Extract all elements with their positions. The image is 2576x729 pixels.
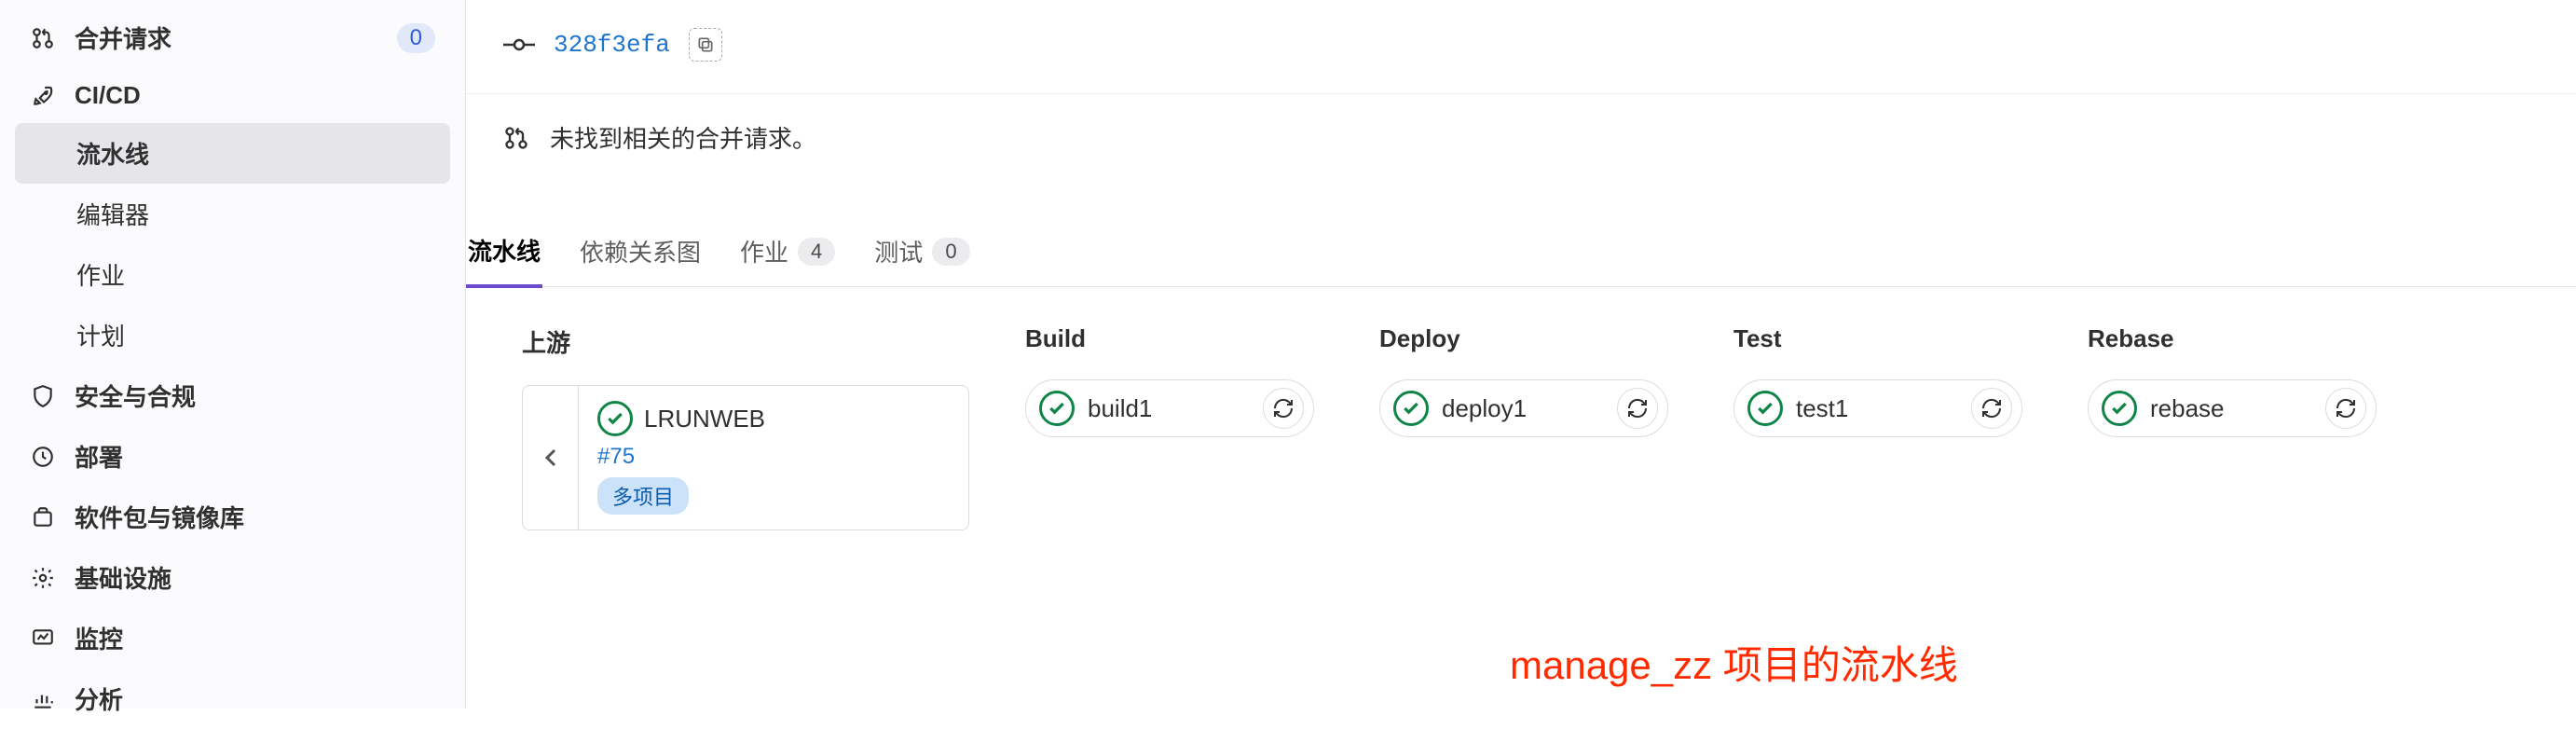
jobs-count: 4 <box>798 238 835 266</box>
retry-job-button[interactable] <box>2325 388 2366 429</box>
gear-icon <box>30 566 56 590</box>
job-build1[interactable]: build1 <box>1025 379 1314 437</box>
stage-rebase: Rebase rebase <box>2088 324 2386 437</box>
job-name: rebase <box>2150 394 2312 423</box>
tab-dependencies[interactable]: 依赖关系图 <box>578 217 703 285</box>
deploy-icon <box>30 445 56 469</box>
upstream-project: LRUNWEB <box>644 405 765 433</box>
job-name: build1 <box>1088 394 1250 423</box>
sidebar-label: 合并请求 <box>75 21 171 55</box>
sidebar-item-monitor[interactable]: 监控 <box>15 608 450 668</box>
merge-request-icon <box>30 26 56 50</box>
stage-title: Test <box>1733 324 2032 353</box>
retry-job-button[interactable] <box>1263 388 1304 429</box>
job-rebase[interactable]: rebase <box>2088 379 2377 437</box>
pipeline-graph: 上游 LRUNWEB #75 多项目 Bui <box>466 287 2576 568</box>
expand-upstream-button[interactable] <box>523 386 579 530</box>
sidebar-sub-editor[interactable]: 编辑器 <box>15 184 450 244</box>
stage-upstream: 上游 LRUNWEB #75 多项目 <box>522 324 969 530</box>
job-deploy1[interactable]: deploy1 <box>1379 379 1668 437</box>
merge-request-bar: 未找到相关的合并请求。 <box>466 93 2576 183</box>
tab-pipeline[interactable]: 流水线 <box>466 216 542 288</box>
sidebar-item-analyze[interactable]: 分析 <box>15 668 450 729</box>
sidebar: 合并请求 0 CI/CD 流水线 编辑器 作业 计划 安全与合规 部署 软件包与… <box>0 0 466 708</box>
stage-build: Build build1 <box>1025 324 1323 437</box>
pipeline-tabs: 流水线 依赖关系图 作业 4 测试 0 <box>466 216 2576 287</box>
upstream-card[interactable]: LRUNWEB #75 多项目 <box>522 385 969 530</box>
copy-commit-button[interactable] <box>689 28 722 62</box>
stage-test: Test test1 <box>1733 324 2032 437</box>
sidebar-sub-jobs[interactable]: 作业 <box>15 244 450 305</box>
status-success-icon <box>1393 391 1429 426</box>
retry-job-button[interactable] <box>1617 388 1658 429</box>
monitor-icon <box>30 626 56 651</box>
sidebar-label: 软件包与镜像库 <box>75 500 244 534</box>
status-success-icon <box>2102 391 2137 426</box>
sidebar-item-packages[interactable]: 软件包与镜像库 <box>15 487 450 547</box>
chart-icon <box>30 687 56 711</box>
stage-title: Deploy <box>1379 324 1678 353</box>
annotation-text: manage_zz 项目的流水线 <box>1510 634 1958 691</box>
job-test1[interactable]: test1 <box>1733 379 2022 437</box>
upstream-pipeline-link[interactable]: #75 <box>597 444 765 470</box>
sidebar-item-cicd[interactable]: CI/CD <box>15 68 450 123</box>
sidebar-item-security[interactable]: 安全与合规 <box>15 365 450 426</box>
job-name: deploy1 <box>1442 394 1604 423</box>
sidebar-item-merge-requests[interactable]: 合并请求 0 <box>15 7 450 68</box>
sidebar-label: 分析 <box>75 681 123 716</box>
multi-project-tag: 多项目 <box>597 477 689 515</box>
tests-count: 0 <box>932 238 969 266</box>
tab-tests[interactable]: 测试 0 <box>872 217 971 285</box>
package-icon <box>30 505 56 530</box>
sidebar-item-infra[interactable]: 基础设施 <box>15 547 450 608</box>
stage-title: Rebase <box>2088 324 2386 353</box>
sidebar-label: 安全与合规 <box>75 378 196 413</box>
mr-empty-text: 未找到相关的合并请求。 <box>550 120 816 155</box>
sidebar-item-deploy[interactable]: 部署 <box>15 426 450 487</box>
retry-job-button[interactable] <box>1971 388 2012 429</box>
job-name: test1 <box>1796 394 1958 423</box>
status-success-icon <box>597 401 633 436</box>
sidebar-label: CI/CD <box>75 81 141 110</box>
mr-count-badge: 0 <box>397 23 435 53</box>
sidebar-sub-pipelines[interactable]: 流水线 <box>15 123 450 184</box>
tab-jobs[interactable]: 作业 4 <box>738 217 837 285</box>
main-content: 328f3efa 未找到相关的合并请求。 流水线 依赖关系图 作业 4 测试 0… <box>466 0 2576 708</box>
sidebar-label: 部署 <box>75 439 123 474</box>
commit-icon <box>503 35 535 54</box>
commit-hash-link[interactable]: 328f3efa <box>554 31 670 59</box>
rocket-icon <box>30 84 56 108</box>
sidebar-label: 监控 <box>75 621 123 655</box>
status-success-icon <box>1747 391 1783 426</box>
status-success-icon <box>1039 391 1075 426</box>
stage-deploy: Deploy deploy1 <box>1379 324 1678 437</box>
stage-title: Build <box>1025 324 1323 353</box>
shield-icon <box>30 384 56 408</box>
merge-request-icon <box>503 125 529 151</box>
sidebar-sub-schedules[interactable]: 计划 <box>15 305 450 365</box>
stage-title: 上游 <box>522 324 969 359</box>
commit-bar: 328f3efa <box>466 0 2576 93</box>
sidebar-label: 基础设施 <box>75 560 171 595</box>
